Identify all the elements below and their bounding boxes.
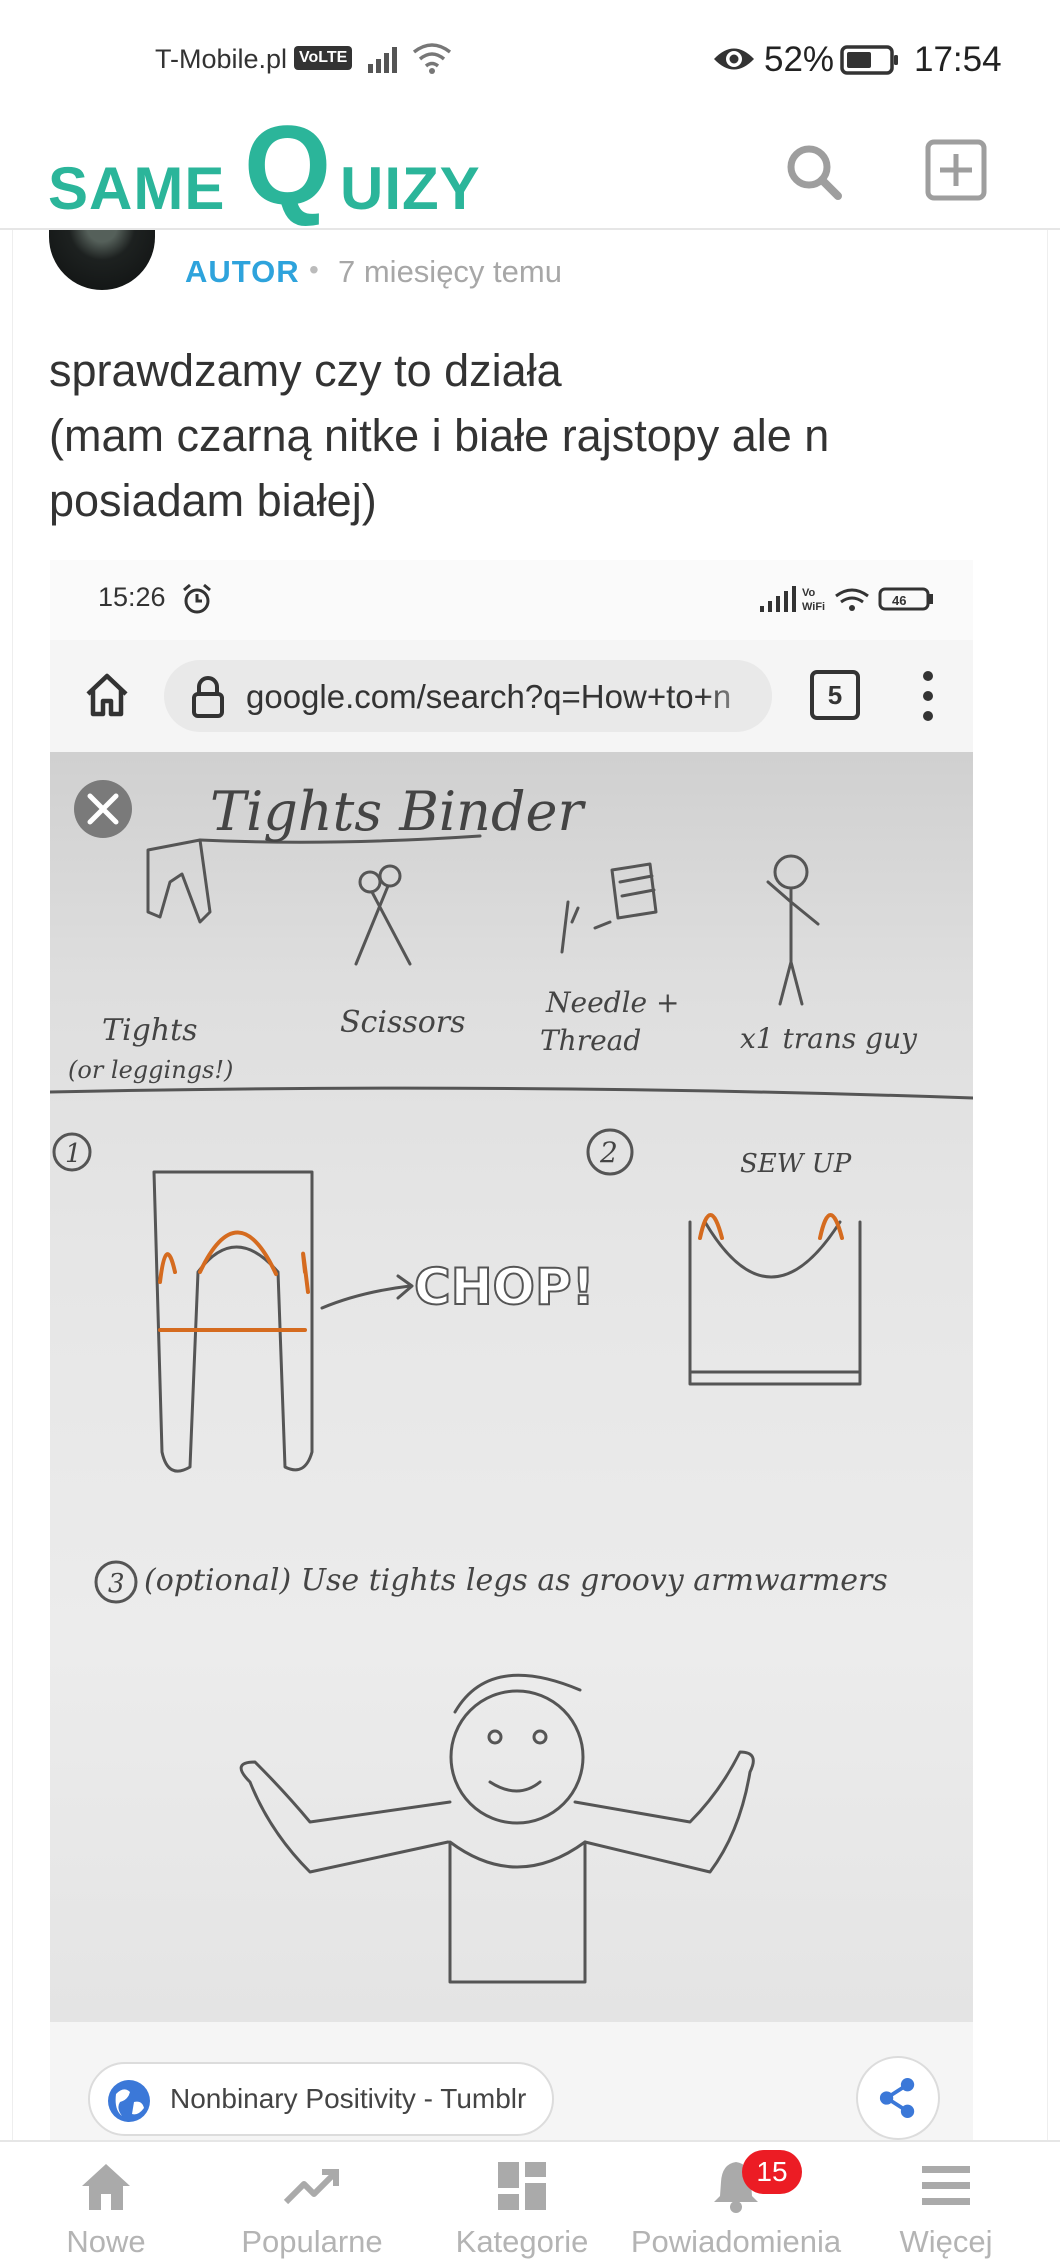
- embedded-url-field[interactable]: google.com/search?q=How+to+n: [164, 660, 772, 732]
- nav-label: Popularne: [241, 2224, 383, 2259]
- post-text-line: sprawdzamy czy to działa: [49, 345, 562, 396]
- post-text-line: (mam czarną nitke i białe rajstopy ale n: [49, 410, 830, 461]
- nav-label: Więcej: [899, 2224, 993, 2259]
- drawing-title: Tights Binder: [210, 780, 586, 843]
- drawing-item-scissors: Scissors: [340, 1005, 466, 1040]
- signal-icon: [368, 47, 397, 73]
- nav-item-popularne[interactable]: Popularne: [206, 2142, 418, 2267]
- add-square-icon[interactable]: [924, 138, 988, 202]
- post-time: 7 miesięcy temu: [338, 254, 562, 289]
- url-fade: [702, 660, 772, 732]
- embedded-status-bar: 15:26 Vo WiFi 46: [50, 560, 973, 640]
- source-label: Nonbinary Positivity - Tumblr: [170, 2083, 527, 2114]
- post-card: AUTOR • 7 miesięcy temu sprawdzamy czy t…: [12, 200, 1048, 2150]
- notification-badge: 15: [742, 2150, 802, 2194]
- drawing-chop: CHOP!: [414, 1258, 595, 1316]
- logo-q: Q: [244, 103, 332, 228]
- nav-label: Kategorie: [455, 2224, 589, 2259]
- svg-text:WiFi: WiFi: [802, 601, 825, 613]
- embedded-clock: 15:26: [98, 582, 166, 612]
- volte-badge: VoLTE: [294, 46, 353, 70]
- clock: 17:54: [914, 40, 1002, 79]
- samequizy-logo[interactable]: SAME Q UIZY: [48, 103, 518, 228]
- drawing-item-tights: Tights: [102, 1013, 198, 1048]
- globe-icon: [108, 2080, 150, 2122]
- post-text-line: posiadam białej): [49, 475, 377, 526]
- embedded-screenshot[interactable]: 15:26 Vo WiFi 46 google.com/search?q=How…: [50, 560, 973, 2150]
- nav-label: Nowe: [66, 2224, 146, 2259]
- embedded-battery: 46: [892, 593, 906, 608]
- more-vertical-icon[interactable]: [918, 668, 938, 724]
- author-badge: AUTOR: [185, 254, 300, 289]
- drawing-optional: (optional) Use tights legs as groovy arm…: [144, 1563, 888, 1598]
- drawing-canvas: Tights Binder Tights (or leggings!) Scis…: [50, 780, 973, 1984]
- share-button[interactable]: [856, 2056, 940, 2140]
- drawing-step-2: 2: [599, 1136, 618, 1169]
- wifi-icon: [412, 43, 452, 74]
- alarm-icon: [183, 583, 211, 614]
- embedded-url-bar: google.com/search?q=How+to+n 5: [50, 640, 973, 752]
- tabs-count-button[interactable]: 5: [810, 670, 860, 720]
- nav-label: Powiadomienia: [630, 2224, 842, 2259]
- home-icon: [82, 2164, 130, 2210]
- trending-icon: [283, 2169, 339, 2205]
- eye-icon: [714, 48, 754, 70]
- drawing-item-thread: Thread: [540, 1024, 641, 1057]
- nav-item-nowe[interactable]: Nowe: [0, 2142, 212, 2267]
- logo-same: SAME: [48, 155, 226, 222]
- battery-percent: 52%: [764, 40, 835, 79]
- post-text: sprawdzamy czy to działa (mam czarną nit…: [49, 338, 1009, 533]
- source-chip[interactable]: Nonbinary Positivity - Tumblr: [88, 2062, 555, 2136]
- drawing-sew-up: SEW UP: [740, 1149, 852, 1179]
- home-icon[interactable]: [80, 668, 134, 722]
- tights-binder-drawing: Tights Binder Tights (or leggings!) Scis…: [50, 752, 973, 2022]
- drawing-item-tights-sub: (or leggings!): [68, 1056, 233, 1084]
- meta-separator: •: [309, 254, 319, 285]
- drawing-step-1: 1: [65, 1139, 82, 1169]
- carrier-name: T-Mobile.pl: [155, 44, 288, 74]
- app-header: SAME Q UIZY: [0, 110, 1060, 230]
- battery-icon: [840, 45, 898, 75]
- embedded-url-text: google.com/search?q=How+to+n: [246, 678, 732, 715]
- svg-text:Vo: Vo: [802, 587, 816, 599]
- drawing-item-trans-guy: x1 trans guy: [740, 1022, 918, 1055]
- grid-icon: [498, 2162, 546, 2210]
- drawing-step-3: 3: [108, 1569, 125, 1599]
- logo-rest: UIZY: [340, 155, 481, 222]
- menu-icon: [922, 2166, 970, 2205]
- lock-icon: [192, 676, 224, 718]
- nav-item-kategorie[interactable]: Kategorie: [416, 2142, 628, 2267]
- status-bar: T-Mobile.pl VoLTE 52% 17:54: [0, 0, 1060, 120]
- drawing-item-needle: Needle +: [545, 986, 679, 1019]
- nav-item-wiecej[interactable]: Więcej: [840, 2142, 1052, 2267]
- search-icon[interactable]: [782, 140, 846, 204]
- nav-item-powiadomienia[interactable]: 15 Powiadomienia: [630, 2142, 842, 2267]
- embedded-system-icons: Vo WiFi 46: [760, 586, 933, 613]
- share-icon: [879, 2078, 915, 2118]
- bottom-navigation: Nowe Popularne Kategorie 15 Powiadomieni…: [0, 2140, 1060, 2267]
